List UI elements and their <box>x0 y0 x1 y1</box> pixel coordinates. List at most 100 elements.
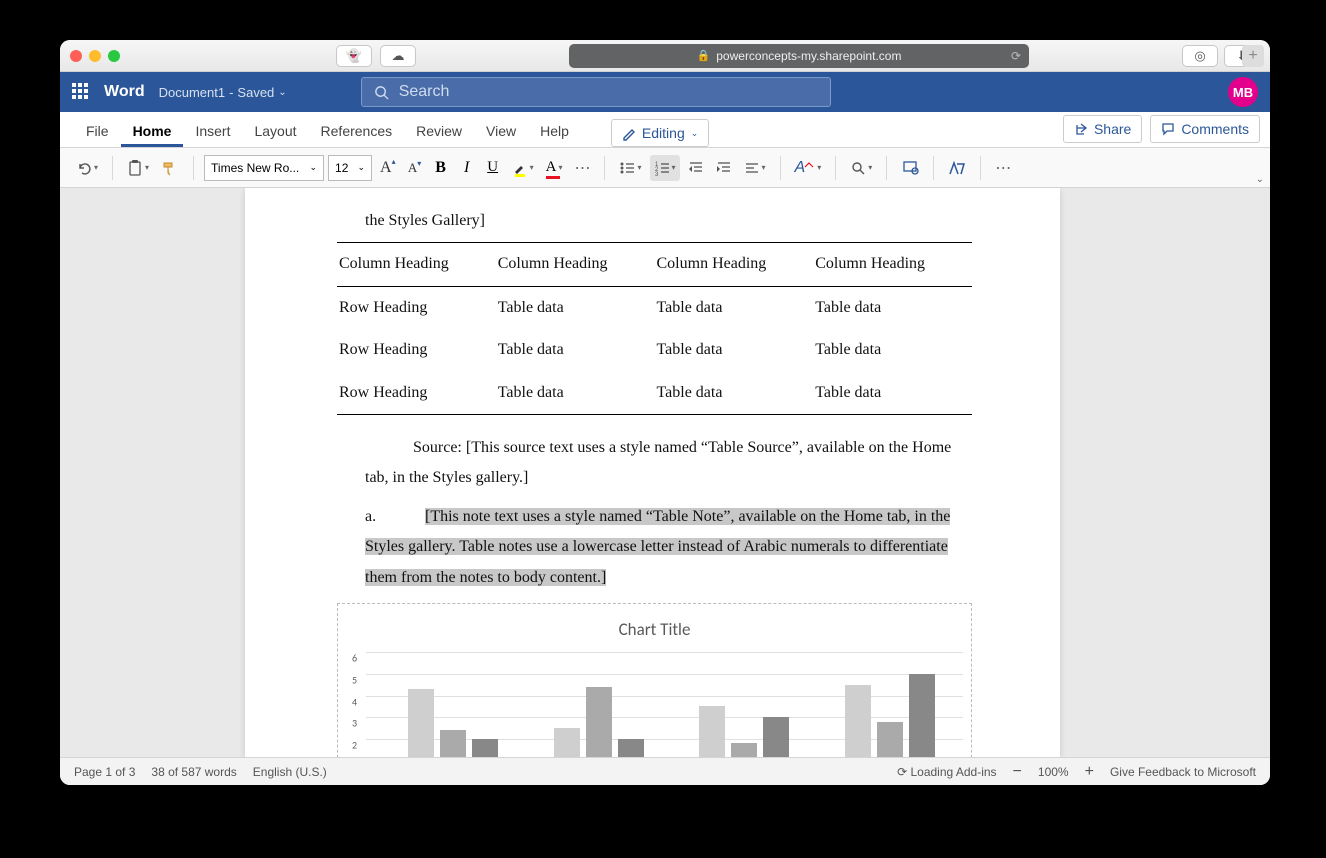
bullets-button[interactable] <box>615 155 645 181</box>
tab-layout[interactable]: Layout <box>242 123 308 147</box>
search-placeholder: Search <box>399 83 450 101</box>
chevron-down-icon: ⌄ <box>691 128 699 139</box>
cloud-button[interactable]: ☁︎ <box>380 45 416 67</box>
close-window-button[interactable] <box>70 50 82 62</box>
app-launcher-icon[interactable] <box>72 83 90 101</box>
bold-button[interactable]: B <box>430 155 452 181</box>
align-button[interactable] <box>740 155 770 181</box>
tab-review[interactable]: Review <box>404 123 474 147</box>
chart-bar <box>845 685 871 757</box>
decrease-indent-button[interactable] <box>684 155 708 181</box>
chevron-down-icon: ⌄ <box>278 87 286 98</box>
table-cell: Table data <box>813 372 972 415</box>
font-size-selector[interactable]: 12⌄ <box>328 155 372 181</box>
table-cell: Table data <box>813 286 972 329</box>
table-cell: Table data <box>496 329 655 371</box>
underline-button[interactable]: U <box>482 155 504 181</box>
document-title[interactable]: Document1 - Saved ⌄ <box>159 85 287 100</box>
tab-help[interactable]: Help <box>528 123 581 147</box>
chart-bar <box>699 706 725 757</box>
search-box[interactable]: Search <box>361 77 831 107</box>
tab-view[interactable]: View <box>474 123 528 147</box>
italic-button[interactable]: I <box>456 155 478 181</box>
chart-plot-area: 23456 <box>366 652 963 757</box>
tab-insert[interactable]: Insert <box>183 123 242 147</box>
editor-button[interactable] <box>944 155 970 181</box>
chart-bar <box>472 739 498 757</box>
chart-bar <box>877 722 903 757</box>
tab-file[interactable]: File <box>74 123 121 147</box>
comment-icon <box>1161 122 1175 136</box>
dictate-button[interactable] <box>897 155 923 181</box>
ribbon-tabs: File Home Insert Layout References Revie… <box>60 112 1270 148</box>
numbering-button[interactable]: 123 <box>650 155 680 181</box>
undo-button[interactable] <box>72 155 102 181</box>
toolbar: Times New Ro...⌄ 12⌄ A▴ A▾ B I U A ⋯ 123… <box>60 148 1270 188</box>
table-cell: Table data <box>496 286 655 329</box>
more-font-button[interactable]: ⋯ <box>570 155 594 181</box>
lock-icon: 🔒 <box>697 49 711 62</box>
chart-group <box>817 652 963 757</box>
editing-mode-button[interactable]: Editing ⌄ <box>611 119 709 147</box>
tab-home[interactable]: Home <box>121 123 184 147</box>
col-header: Column Heading <box>496 243 655 286</box>
sample-table[interactable]: Column Heading Column Heading Column Hea… <box>337 242 972 415</box>
svg-text:3: 3 <box>655 172 659 178</box>
chart-group <box>672 652 818 757</box>
paste-button[interactable] <box>123 155 153 181</box>
address-bar[interactable]: 🔒 powerconcepts-my.sharepoint.com ⟳ <box>569 44 1029 68</box>
table-cell: Table data <box>813 329 972 371</box>
increase-indent-button[interactable] <box>712 155 736 181</box>
new-tab-button[interactable]: + <box>1242 45 1264 67</box>
chart-bar <box>731 743 757 757</box>
table-source: Source: [This source text uses a style n… <box>337 433 972 494</box>
chart-bar <box>909 674 935 757</box>
feedback-link[interactable]: Give Feedback to Microsoft <box>1110 765 1256 779</box>
table-cell: Table data <box>496 372 655 415</box>
language[interactable]: English (U.S.) <box>253 765 327 779</box>
chart-title: Chart Title <box>346 614 963 646</box>
zoom-level[interactable]: 100% <box>1038 765 1069 779</box>
table-cell: Row Heading <box>337 286 496 329</box>
share-icon <box>1074 122 1088 136</box>
browser-titlebar: 👻 ☁︎ 🔒 powerconcepts-my.sharepoint.com ⟳… <box>60 40 1270 72</box>
zoom-out-button[interactable]: − <box>1013 763 1022 781</box>
table-cell: Table data <box>655 329 814 371</box>
url-text: powerconcepts-my.sharepoint.com <box>716 49 901 63</box>
find-button[interactable] <box>846 155 876 181</box>
embedded-chart[interactable]: Chart Title 23456 <box>337 603 972 757</box>
reload-icon[interactable]: ⟳ <box>1011 49 1021 63</box>
format-painter-button[interactable] <box>157 155 183 181</box>
chart-bar <box>554 728 580 757</box>
share-button[interactable]: Share <box>1063 115 1142 143</box>
col-header: Column Heading <box>337 243 496 286</box>
comments-button[interactable]: Comments <box>1150 115 1260 143</box>
page[interactable]: the Styles Gallery] Column Heading Colum… <box>245 188 1060 757</box>
shrink-font-button[interactable]: A▾ <box>404 155 426 181</box>
font-color-button[interactable]: A <box>542 155 567 181</box>
minimize-window-button[interactable] <box>89 50 101 62</box>
page-count[interactable]: Page 1 of 3 <box>74 765 135 779</box>
zoom-in-button[interactable]: + <box>1085 763 1094 781</box>
word-count[interactable]: 38 of 587 words <box>151 765 236 779</box>
table-cell: Row Heading <box>337 329 496 371</box>
app-header: Word Document1 - Saved ⌄ Search MB <box>60 72 1270 112</box>
user-avatar[interactable]: MB <box>1228 77 1258 107</box>
grow-font-button[interactable]: A▴ <box>376 155 400 181</box>
highlight-button[interactable] <box>508 155 538 181</box>
maximize-window-button[interactable] <box>108 50 120 62</box>
window-controls <box>70 50 120 62</box>
search-icon <box>374 85 389 100</box>
chart-group <box>526 652 672 757</box>
font-selector[interactable]: Times New Ro...⌄ <box>204 155 324 181</box>
col-header: Column Heading <box>655 243 814 286</box>
styles-button[interactable]: A <box>791 155 826 181</box>
reader-button[interactable]: ◎ <box>1182 45 1218 67</box>
privacy-button[interactable]: 👻 <box>336 45 372 67</box>
chart-bar <box>763 717 789 757</box>
app-name[interactable]: Word <box>104 83 145 101</box>
collapse-ribbon-icon[interactable]: ⌄ <box>1256 174 1264 185</box>
table-cell: Table data <box>655 286 814 329</box>
tab-references[interactable]: References <box>309 123 405 147</box>
more-commands-button[interactable]: ⋯ <box>991 155 1015 181</box>
